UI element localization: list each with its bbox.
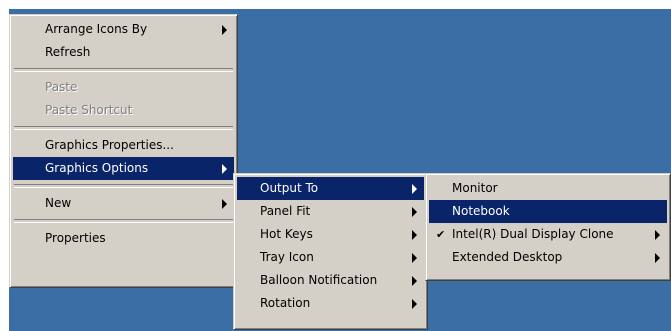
menu-item-rotation[interactable]: Rotation [237,292,424,315]
menu-item-arrange-icons-by[interactable]: Arrange Icons By [13,18,234,41]
menu-item-dual-display-clone[interactable]: ✔ Intel(R) Dual Display Clone [429,223,667,246]
menu-item-label: Notebook [452,204,510,218]
menu-separator [14,68,233,72]
menu-item-label: Properties [45,231,106,245]
menu-item-label: Graphics Properties... [45,138,174,152]
submenu-arrow-icon [412,252,417,263]
menu-item-balloon-notification[interactable]: Balloon Notification [237,269,424,292]
menu-item-new[interactable]: New [13,192,234,215]
menu-item-output-to[interactable]: Output To [237,177,424,200]
submenu-arrow-icon [222,163,227,174]
menu-item-properties[interactable]: Properties [13,227,234,250]
menu-separator [14,219,233,223]
checkmark-icon: ✔ [436,227,446,241]
menu-item-label: Extended Desktop [452,250,563,264]
menu-item-graphics-options[interactable]: Graphics Options [13,157,234,180]
menu-item-label: Paste Shortcut [45,103,133,117]
menu-separator [14,126,233,130]
menu-item-label: Paste [45,80,78,94]
menu-item-notebook[interactable]: Notebook [429,200,667,223]
menu-item-extended-desktop[interactable]: Extended Desktop [429,246,667,269]
menu-item-label: Tray Icon [260,250,314,264]
menu-item-hot-keys[interactable]: Hot Keys [237,223,424,246]
submenu-arrow-icon [222,24,227,35]
menu-item-label: Output To [260,181,319,195]
menu-item-label: Panel Fit [260,204,311,218]
menu-item-panel-fit[interactable]: Panel Fit [237,200,424,223]
graphics-options-submenu: Output To Panel Fit Hot Keys Tray Icon B… [233,173,428,330]
submenu-arrow-icon [412,275,417,286]
menu-item-label: Balloon Notification [260,273,378,287]
menu-item-tray-icon[interactable]: Tray Icon [237,246,424,269]
submenu-arrow-icon [222,198,227,209]
submenu-arrow-icon [412,206,417,217]
menu-item-paste-shortcut: Paste Shortcut [13,99,234,122]
menu-separator [14,184,233,188]
submenu-arrow-icon [412,229,417,240]
menu-item-paste: Paste [13,76,234,99]
desktop-context-menu: Arrange Icons By Refresh Paste Paste Sho… [9,14,238,288]
menu-item-label: Rotation [260,296,311,310]
menu-item-refresh[interactable]: Refresh [13,41,234,64]
menu-item-label: Refresh [45,45,91,59]
output-to-submenu: Monitor Notebook ✔ Intel(R) Dual Display… [425,173,671,281]
menu-item-label: New [45,196,72,210]
menu-item-label: Hot Keys [260,227,313,241]
submenu-arrow-icon [655,252,660,263]
menu-item-label: Monitor [452,181,498,195]
menu-item-graphics-properties[interactable]: Graphics Properties... [13,134,234,157]
menu-item-label: Intel(R) Dual Display Clone [452,227,614,241]
menu-item-label: Graphics Options [45,161,149,175]
menu-item-label: Arrange Icons By [45,22,148,36]
submenu-arrow-icon [655,229,660,240]
submenu-arrow-icon [412,298,417,309]
submenu-arrow-icon [412,183,417,194]
menu-item-monitor[interactable]: Monitor [429,177,667,200]
